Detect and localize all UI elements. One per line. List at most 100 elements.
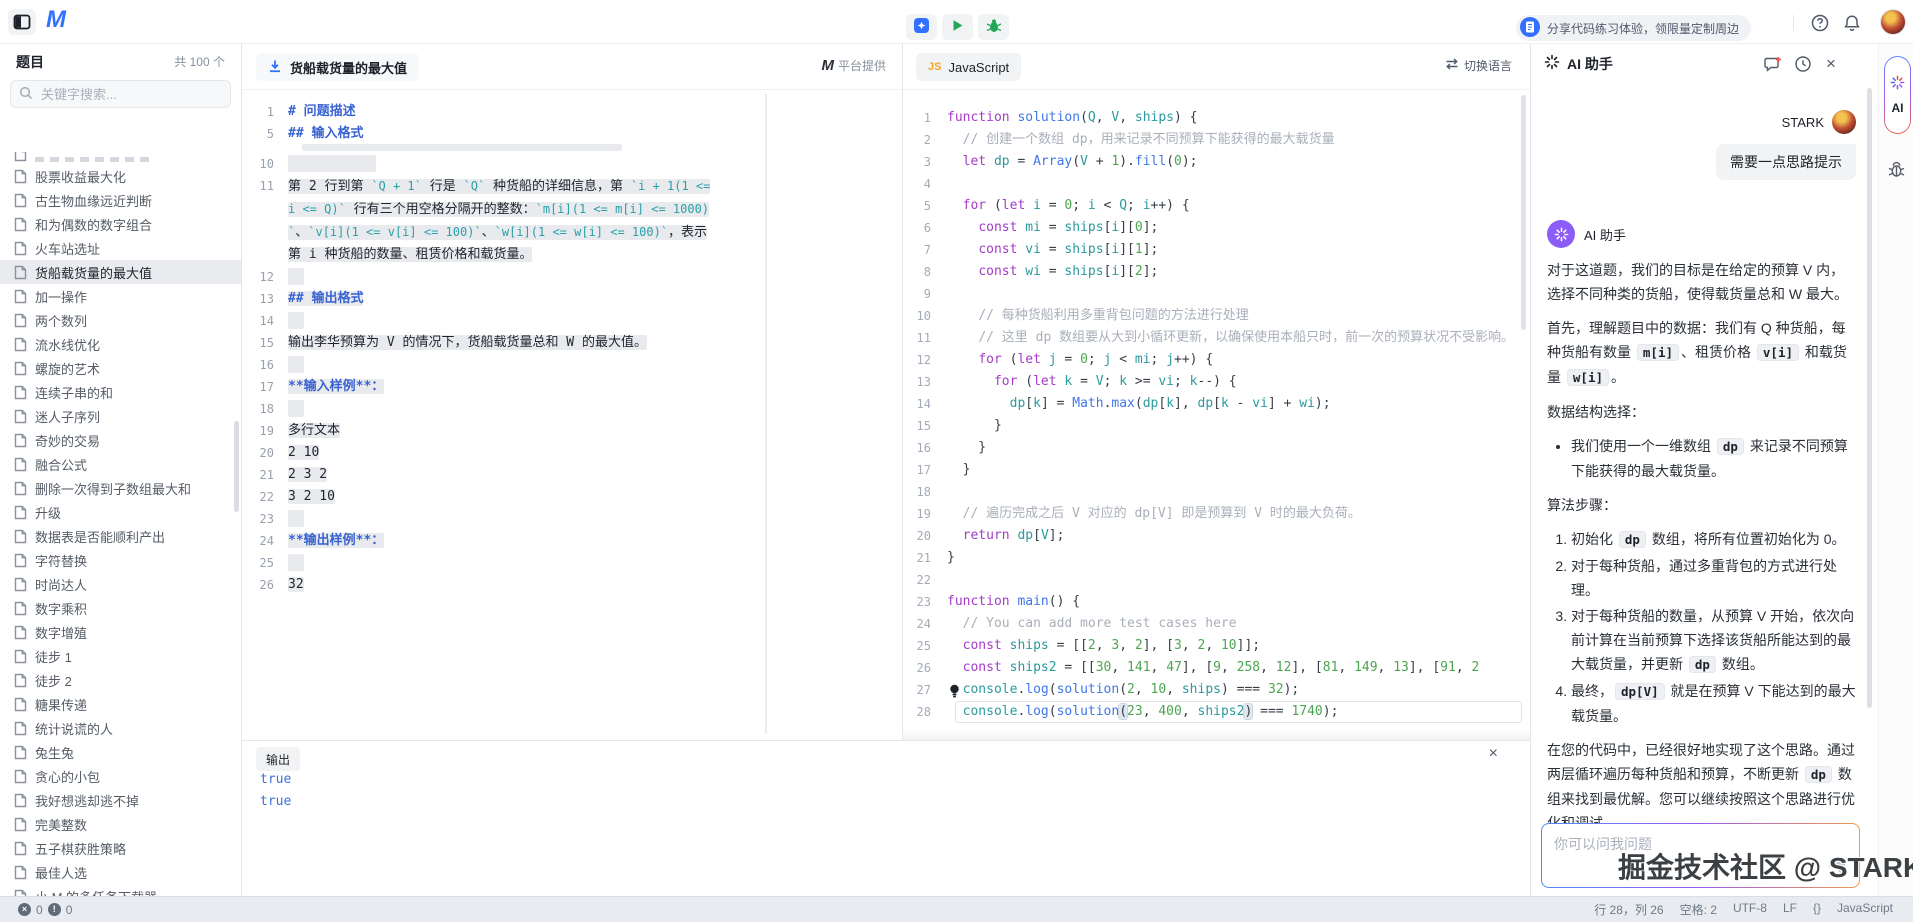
sidebar-item[interactable]: 火车站选址: [0, 236, 241, 260]
sidebar-item[interactable]: 迷人子序列: [0, 404, 241, 428]
markdown-line[interactable]: 16: [242, 354, 902, 376]
sidebar-item[interactable]: 两个数列: [0, 308, 241, 332]
markdown-line[interactable]: 11第 2 行到第 `Q + 1` 行是 `Q` 种货船的详细信息，第 `i +…: [242, 175, 902, 266]
sidebar-item[interactable]: 股票收益最大化: [0, 164, 241, 188]
sidebar-item[interactable]: 流水线优化: [0, 332, 241, 356]
code-line[interactable]: 9: [903, 283, 1530, 305]
code-line[interactable]: 15 }: [903, 415, 1530, 437]
new-chat-icon[interactable]: [1764, 55, 1782, 73]
status-item[interactable]: {}: [1813, 901, 1821, 918]
code-line[interactable]: 11 // 这里 dp 数组要从大到小循环更新，以确保使用本船只时，前一次的预算…: [903, 327, 1530, 349]
sidebar-item[interactable]: 货船载货量的最大值: [0, 260, 241, 284]
markdown-line[interactable]: 1# 问题描述: [242, 101, 902, 123]
sidebar-item[interactable]: 加一操作: [0, 284, 241, 308]
code-line[interactable]: 19 // 遍历完成之后 V 对应的 dp[V] 即是预算到 V 时的最大负荷。: [903, 503, 1530, 525]
debug-button[interactable]: [978, 14, 1009, 40]
send-icon[interactable]: [1827, 856, 1849, 881]
problem-title-pill[interactable]: 货船载货量的最大值: [256, 53, 419, 81]
sidebar-item[interactable]: 兔生兔: [0, 740, 241, 764]
sidebar-item[interactable]: 融合公式: [0, 452, 241, 476]
markdown-line[interactable]: 25: [242, 552, 902, 574]
status-item[interactable]: JavaScript: [1837, 901, 1893, 918]
sidebar-item[interactable]: 贪心的小包: [0, 764, 241, 788]
ai-toolbar-button[interactable]: AI: [1884, 56, 1911, 134]
code-line[interactable]: 22: [903, 569, 1530, 591]
sidebar-scrollbar[interactable]: [234, 421, 239, 512]
code-line[interactable]: 3 let dp = Array(V + 1).fill(0);: [903, 151, 1530, 173]
sidebar-item[interactable]: 奇妙的交易: [0, 428, 241, 452]
code-editor[interactable]: 1function solution(Q, V, ships) {2 // 创建…: [903, 90, 1530, 740]
chat-thread[interactable]: STARK 需要一点思路提示 AI 助手 对于这道题，我们的目标是在给定的预算 …: [1531, 78, 1878, 823]
code-line[interactable]: 6 const mi = ships[i][0];: [903, 217, 1530, 239]
markdown-line[interactable]: 14: [242, 310, 902, 332]
markdown-line[interactable]: 17**输入样例**：: [242, 376, 902, 398]
status-item[interactable]: UTF-8: [1733, 901, 1767, 918]
sidebar-item[interactable]: 糖果传递: [0, 692, 241, 716]
sidebar-item[interactable]: 连续子串的和: [0, 380, 241, 404]
markdown-line[interactable]: 18: [242, 398, 902, 420]
code-line[interactable]: 26 const ships2 = [[30, 141, 47], [9, 25…: [903, 657, 1530, 679]
code-line[interactable]: 8 const wi = ships[i][2];: [903, 261, 1530, 283]
sidebar-item[interactable]: 时尚达人: [0, 572, 241, 596]
sidebar-item[interactable]: 古生物血缘远近判断: [0, 188, 241, 212]
feedback-bug-icon[interactable]: [1887, 160, 1906, 182]
markdown-line[interactable]: 15输出李华预算为 V 的情况下，货船载货量总和 W 的最大值。: [242, 332, 902, 354]
sidebar-item[interactable]: 我好想逃却逃不掉: [0, 788, 241, 812]
problem-scrollbar[interactable]: [765, 94, 767, 734]
status-item[interactable]: 行 28，列 26: [1594, 901, 1663, 918]
switch-language-button[interactable]: 切换语言: [1445, 57, 1512, 74]
code-line[interactable]: 4: [903, 173, 1530, 195]
editor-scrollbar[interactable]: [1521, 95, 1526, 330]
code-line[interactable]: 2 // 创建一个数组 dp，用来记录不同预算下能获得的最大载货量: [903, 129, 1530, 151]
markdown-line[interactable]: 223 2 10: [242, 486, 902, 508]
markdown-line[interactable]: 12: [242, 266, 902, 288]
code-line[interactable]: 13 for (let k = V; k >= vi; k--) {: [903, 371, 1530, 393]
bell-icon[interactable]: [1842, 13, 1862, 33]
markdown-line[interactable]: 5## 输入格式: [242, 123, 902, 145]
status-item[interactable]: LF: [1783, 901, 1797, 918]
status-item[interactable]: 空格: 2: [1680, 901, 1717, 918]
code-line[interactable]: 27 console.log(solution(2, 10, ships) ==…: [903, 679, 1530, 701]
markdown-editor[interactable]: 1# 问题描述5## 输入格式 1011第 2 行到第 `Q + 1` 行是 `Q…: [242, 90, 902, 740]
sidebar-item[interactable]: 字符替换: [0, 548, 241, 572]
sidebar-toggle-button[interactable]: [8, 9, 36, 35]
markdown-line[interactable]: 10: [242, 153, 902, 175]
code-line[interactable]: 1function solution(Q, V, ships) {: [903, 107, 1530, 129]
code-line[interactable]: 21}: [903, 547, 1530, 569]
help-icon[interactable]: [1810, 13, 1830, 33]
problems-summary[interactable]: × 0 ! 0: [18, 903, 72, 917]
sidebar-item[interactable]: 小 M 的多任务下载器: [0, 884, 241, 896]
code-line[interactable]: 20 return dp[V];: [903, 525, 1530, 547]
sidebar-item[interactable]: 数字增殖: [0, 620, 241, 644]
search-box[interactable]: [10, 80, 231, 108]
sidebar-item[interactable]: 升级: [0, 500, 241, 524]
promo-banner[interactable]: 分享代码练习体验，领限量定制周边: [1516, 15, 1751, 41]
sidebar-item[interactable]: 和为偶数的数字组合: [0, 212, 241, 236]
markdown-line[interactable]: 2632: [242, 574, 902, 596]
code-line[interactable]: 14 dp[k] = Math.max(dp[k], dp[k - vi] + …: [903, 393, 1530, 415]
avatar[interactable]: [1880, 9, 1906, 35]
close-icon[interactable]: ×: [1489, 746, 1498, 762]
run-button[interactable]: [942, 14, 973, 40]
code-line[interactable]: 25 const ships = [[2, 3, 2], [3, 2, 10]]…: [903, 635, 1530, 657]
tab-javascript[interactable]: JS JavaScript: [916, 53, 1021, 81]
code-line[interactable]: 17 }: [903, 459, 1530, 481]
sidebar-item[interactable]: 五子棋获胜策略: [0, 836, 241, 860]
code-line[interactable]: 28 console.log(solution(23, 400, ships2)…: [903, 701, 1530, 723]
search-input[interactable]: [39, 86, 219, 103]
close-icon[interactable]: ×: [1822, 55, 1840, 73]
code-line[interactable]: 10 // 每种货船利用多重背包问题的方法进行处理: [903, 305, 1530, 327]
insert-snippet-button[interactable]: [906, 14, 937, 40]
sidebar-item[interactable]: 完美整数: [0, 812, 241, 836]
sidebar-item[interactable]: 徒步 2: [0, 668, 241, 692]
code-line[interactable]: 7 const vi = ships[i][1];: [903, 239, 1530, 261]
code-line[interactable]: 18: [903, 481, 1530, 503]
code-line[interactable]: 16 }: [903, 437, 1530, 459]
sidebar-item[interactable]: 统计说谎的人: [0, 716, 241, 740]
sidebar-item[interactable]: 徒步 1: [0, 644, 241, 668]
chat-input[interactable]: [1542, 824, 1859, 887]
sidebar-item[interactable]: 最佳人选: [0, 860, 241, 884]
sidebar-item[interactable]: 数字乘积: [0, 596, 241, 620]
sidebar-item[interactable]: 删除一次得到子数组最大和: [0, 476, 241, 500]
chat-scrollbar[interactable]: [1867, 88, 1872, 708]
